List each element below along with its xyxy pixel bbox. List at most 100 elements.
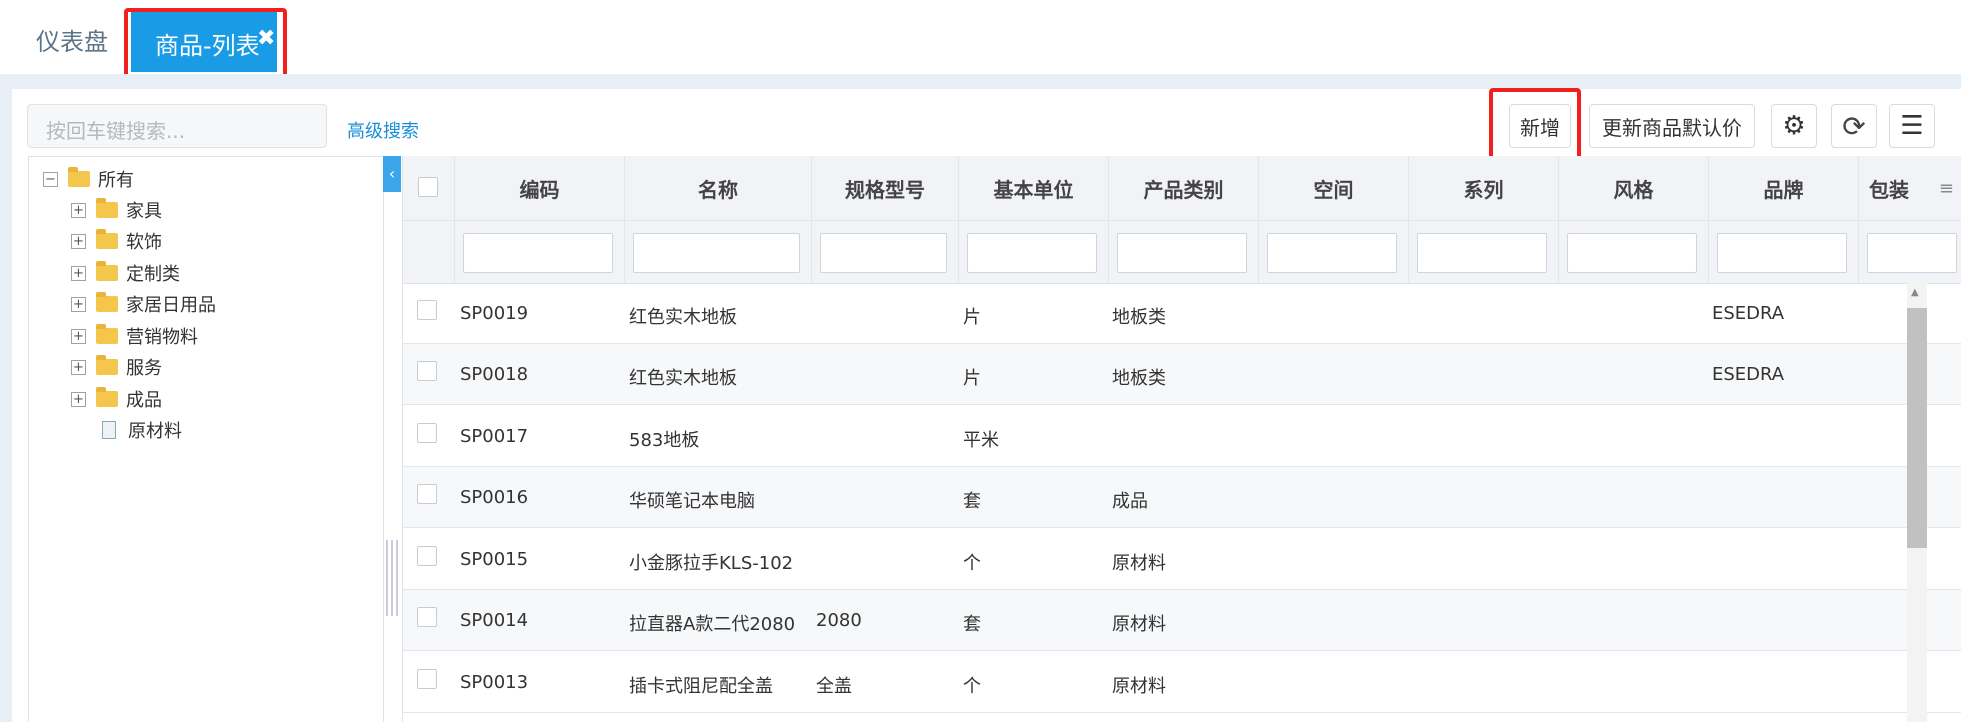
filter-input-category[interactable]: [1117, 233, 1247, 273]
row-checkbox[interactable]: [417, 361, 437, 381]
filter-input-space[interactable]: [1267, 233, 1397, 273]
column-header[interactable]: 规格型号: [812, 156, 959, 220]
cell-name: 红色实木地板: [629, 307, 737, 328]
cell-brand: ESEDRA: [1712, 303, 1785, 324]
tree-node-label: 成品: [126, 390, 162, 411]
collapse-node-icon[interactable]: −: [43, 171, 58, 187]
filter-cell: [455, 220, 625, 284]
row-checkbox[interactable]: [417, 484, 437, 504]
tree-node[interactable]: + 服务: [71, 355, 162, 379]
filter-input-style[interactable]: [1567, 233, 1697, 273]
expand-node-icon[interactable]: +: [71, 233, 86, 249]
table-row[interactable]: SP0013 插卡式阻尼配全盖 全盖 个 原材料: [403, 652, 1961, 713]
filter-input-unit[interactable]: [967, 233, 1097, 273]
tree-node[interactable]: + 家具: [71, 198, 162, 222]
filter-input-package[interactable]: [1867, 233, 1957, 273]
vertical-scrollbar[interactable]: ▲: [1907, 283, 1927, 722]
cell-unit: 平米: [963, 430, 999, 451]
select-all-checkbox[interactable]: [418, 177, 438, 197]
row-checkbox[interactable]: [417, 669, 437, 689]
table-row[interactable]: SP0014 拉直器A款二代2080 2080 套 原材料: [403, 590, 1961, 651]
expand-node-icon[interactable]: +: [71, 391, 86, 407]
cell-category: 地板类: [1112, 307, 1166, 328]
tree-node[interactable]: + 软饰: [71, 229, 162, 253]
tree-node-leaf[interactable]: 原材料: [98, 418, 182, 442]
table-row[interactable]: SP0015 小金豚拉手KLS-102 个 原材料: [403, 529, 1961, 590]
folder-icon: [96, 261, 118, 281]
column-header[interactable]: 空间: [1259, 156, 1409, 220]
filter-spacer: [403, 220, 455, 284]
column-header[interactable]: 品牌: [1709, 156, 1859, 220]
column-header[interactable]: 名称: [625, 156, 812, 220]
settings-button[interactable]: ⚙: [1771, 104, 1817, 148]
expand-node-icon[interactable]: +: [71, 296, 86, 312]
open-folder-icon: [68, 167, 90, 187]
expand-node-icon[interactable]: +: [71, 328, 86, 344]
filter-input-code[interactable]: [463, 233, 613, 273]
cell-category: 原材料: [1112, 676, 1166, 697]
tab-dashboard[interactable]: 仪表盘: [36, 22, 108, 57]
column-header[interactable]: 风格: [1559, 156, 1709, 220]
advanced-search-link[interactable]: 高级搜索: [347, 117, 419, 143]
table-row[interactable]: SP0017 583地板 平米: [403, 406, 1961, 467]
table-row[interactable]: SP0019 红色实木地板 片 地板类 ESEDRA: [403, 283, 1961, 344]
tree-node[interactable]: + 成品: [71, 387, 162, 411]
filter-cell: [1409, 220, 1559, 284]
cell-name: 华硕笔记本电脑: [629, 491, 755, 512]
refresh-icon: ⟳: [1842, 109, 1866, 143]
cell-name: 拉直器A款二代2080: [629, 614, 796, 635]
cell-category: 地板类: [1112, 368, 1166, 389]
column-menu-icon[interactable]: ≡: [1939, 178, 1954, 199]
row-checkbox[interactable]: [417, 546, 437, 566]
menu-button[interactable]: ☰: [1889, 104, 1935, 148]
tree-node[interactable]: + 营销物料: [71, 324, 198, 348]
grid-header: 编码 名称 规格型号 基本单位 产品类别 空间 系列 风格 品牌 包装 ≡: [403, 156, 1961, 284]
filter-input-brand[interactable]: [1717, 233, 1847, 273]
search-input[interactable]: 按回车键搜索...: [27, 104, 327, 148]
row-checkbox[interactable]: [417, 423, 437, 443]
tree-node[interactable]: + 定制类: [71, 261, 180, 285]
scrollbar-thumb[interactable]: [1907, 308, 1927, 548]
row-checkbox[interactable]: [417, 300, 437, 320]
folder-icon: [96, 229, 118, 249]
cell-category: 成品: [1112, 491, 1148, 512]
gear-icon: ⚙: [1782, 111, 1806, 141]
filter-cell: [1709, 220, 1859, 284]
column-header[interactable]: 系列: [1409, 156, 1559, 220]
tree-node-label: 定制类: [126, 264, 180, 285]
tree-node[interactable]: + 家居日用品: [71, 292, 216, 316]
cell-code: SP0013: [460, 672, 529, 693]
cell-unit: 个: [963, 676, 981, 697]
cell-name: 红色实木地板: [629, 368, 737, 389]
expand-node-icon[interactable]: +: [71, 202, 86, 218]
refresh-button[interactable]: ⟳: [1831, 104, 1877, 148]
collapse-tree-button[interactable]: ‹: [383, 156, 401, 192]
tree-node-root[interactable]: − 所有: [43, 167, 134, 191]
expand-node-icon[interactable]: +: [71, 265, 86, 281]
row-checkbox[interactable]: [417, 607, 437, 627]
update-default-price-button[interactable]: 更新商品默认价: [1589, 104, 1755, 148]
cell-category: 原材料: [1112, 614, 1166, 635]
cell-code: SP0019: [460, 303, 529, 324]
filter-input-series[interactable]: [1417, 233, 1547, 273]
expand-node-icon[interactable]: +: [71, 359, 86, 375]
highlight-box-tab: [124, 8, 287, 83]
column-header[interactable]: 基本单位: [959, 156, 1109, 220]
resize-handle[interactable]: [386, 540, 398, 616]
tab-bar: 仪表盘 商品-列表 ✖: [0, 0, 1961, 83]
cell-code: SP0014: [460, 610, 529, 631]
column-header[interactable]: 编码: [455, 156, 625, 220]
tree-node-label: 所有: [98, 170, 134, 191]
category-tree: − 所有 + 家具 + 软饰 + 定制类 + 家居日用品 + 营销物料 + 服务…: [28, 156, 384, 722]
table-row[interactable]: SP0018 红色实木地板 片 地板类 ESEDRA: [403, 344, 1961, 405]
menu-icon: ☰: [1900, 111, 1924, 141]
table-row[interactable]: SP0016 华硕笔记本电脑 套 成品: [403, 467, 1961, 528]
filter-cell: [1259, 220, 1409, 284]
filter-input-spec[interactable]: [820, 233, 947, 273]
cell-unit: 套: [963, 614, 981, 635]
scroll-up-icon[interactable]: ▲: [1911, 287, 1919, 298]
folder-icon: [96, 324, 118, 344]
column-header[interactable]: 产品类别: [1109, 156, 1259, 220]
filter-cell: [1859, 220, 1961, 284]
filter-input-name[interactable]: [633, 233, 800, 273]
